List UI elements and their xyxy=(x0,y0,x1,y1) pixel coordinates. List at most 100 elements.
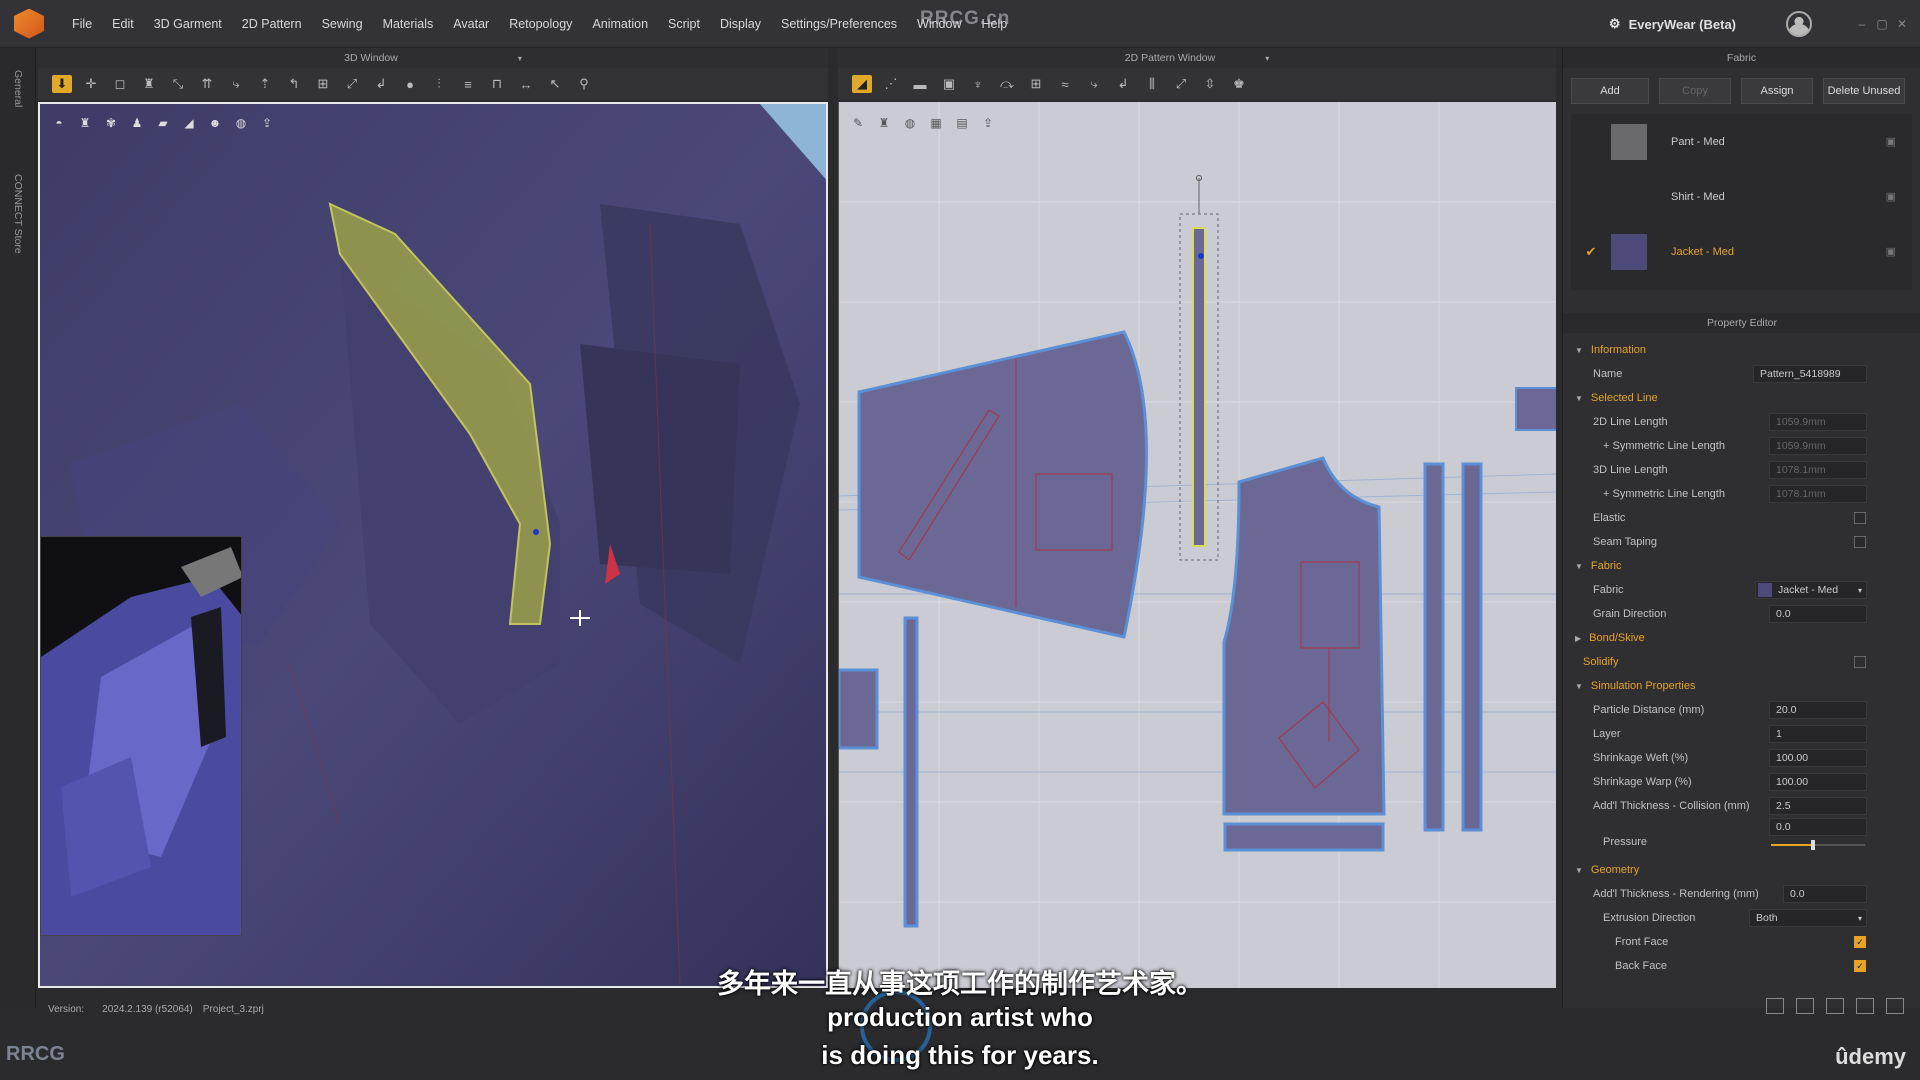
menu-avatar[interactable]: Avatar xyxy=(443,17,499,31)
section-solidify[interactable]: Solidify xyxy=(1563,650,1920,674)
pattern-layer-icon[interactable]: ▦ xyxy=(927,114,945,132)
internal-line-icon[interactable]: ♆ xyxy=(968,75,988,93)
free-sew-icon[interactable]: ⤢ xyxy=(342,75,362,93)
grain-field[interactable]: 0.0 xyxy=(1769,605,1867,623)
copy-fabric-button[interactable]: Copy xyxy=(1659,78,1731,104)
front-face-checkbox[interactable]: ✓ xyxy=(1854,936,1866,948)
menu-file[interactable]: File xyxy=(62,17,102,31)
name-field[interactable]: Pattern_5418989 xyxy=(1753,365,1867,383)
rectangle-icon[interactable]: ▬ xyxy=(910,75,930,93)
elastic-checkbox[interactable] xyxy=(1854,512,1866,524)
dropdown-icon[interactable]: ▾ xyxy=(1265,54,1269,63)
seam-taping-checkbox[interactable] xyxy=(1854,536,1866,548)
menu-retopology[interactable]: Retopology xyxy=(499,17,582,31)
pressure-field[interactable]: 0.0 xyxy=(1769,818,1867,836)
menu-edit[interactable]: Edit xyxy=(102,17,144,31)
product-switch[interactable]: ⚙ EveryWear (Beta) xyxy=(1609,16,1736,32)
save-fabric-icon[interactable]: ▣ xyxy=(1886,245,1896,258)
menu-settings[interactable]: Settings/Preferences xyxy=(771,17,907,31)
avatar-pose-icon[interactable]: ⚲ xyxy=(574,75,594,93)
add-fabric-button[interactable]: Add xyxy=(1571,78,1649,104)
notch-icon[interactable]: ⇳ xyxy=(1200,75,1220,93)
section-bond-skive[interactable]: ▶ Bond/Skive xyxy=(1563,626,1920,650)
menu-animation[interactable]: Animation xyxy=(582,17,658,31)
select-mesh-icon[interactable]: ◻ xyxy=(110,75,130,93)
tack-icon[interactable]: ⤷ xyxy=(226,75,246,93)
extrusion-select[interactable]: Both ▾ xyxy=(1749,909,1867,927)
fold-pattern-icon[interactable]: ⤷ xyxy=(1084,75,1104,93)
user-avatar-icon[interactable] xyxy=(1786,11,1812,37)
fabric-list-item[interactable]: Pant - Med ▣ xyxy=(1571,114,1912,169)
pattern-shape-icon[interactable]: ♜ xyxy=(875,114,893,132)
puckering-icon[interactable]: ⊓ xyxy=(487,75,507,93)
transform-pattern-icon[interactable]: ◢ xyxy=(852,75,872,93)
maximize-icon[interactable]: ▢ xyxy=(1872,17,1892,31)
menu-3d-garment[interactable]: 3D Garment xyxy=(144,17,232,31)
pattern-texture-icon[interactable]: ◍ xyxy=(901,114,919,132)
pattern-shirt-icon[interactable]: ♚ xyxy=(1229,75,1249,93)
save-fabric-icon[interactable]: ▣ xyxy=(1886,135,1896,148)
weft-field[interactable]: 100.00 xyxy=(1769,749,1867,767)
particle-field[interactable]: 20.0 xyxy=(1769,701,1867,719)
minimize-icon[interactable]: – xyxy=(1852,17,1872,31)
ruler-icon[interactable]: ⤢ xyxy=(1171,75,1191,93)
pleat-icon[interactable]: ⫼ xyxy=(1142,75,1162,93)
connect-store-tab[interactable]: CONNECT Store xyxy=(12,174,24,254)
fabric-list-item[interactable]: Shirt - Med ▣ xyxy=(1571,169,1912,224)
polygon-icon[interactable]: ▣ xyxy=(939,75,959,93)
steam-icon[interactable]: ⇡ xyxy=(255,75,275,93)
layer-field[interactable]: 1 xyxy=(1769,725,1867,743)
transform-icon[interactable]: ✛ xyxy=(81,75,101,93)
measure-icon[interactable]: ↔ xyxy=(516,75,536,93)
pattern-export-icon[interactable]: ⇪ xyxy=(979,114,997,132)
texture-icon[interactable]: ✾ xyxy=(102,114,120,132)
topstitch-icon[interactable]: ≡ xyxy=(458,75,478,93)
shape-icon[interactable]: ◢ xyxy=(180,114,198,132)
fabric-select[interactable]: Jacket - Med ▾ xyxy=(1755,581,1867,599)
pressure-slider-handle[interactable] xyxy=(1811,840,1816,850)
tape-icon[interactable]: ↖ xyxy=(545,75,565,93)
show-garment-icon[interactable]: ♜ xyxy=(76,114,94,132)
pattern-grid-icon[interactable]: ▤ xyxy=(953,114,971,132)
section-geometry[interactable]: ▼ Geometry xyxy=(1563,858,1920,882)
thickness-collision-field[interactable]: 2.5 xyxy=(1769,797,1867,815)
render-icon[interactable]: ▰ xyxy=(154,114,172,132)
dropdown-icon[interactable]: ▾ xyxy=(518,54,522,63)
skin-icon[interactable]: ☻ xyxy=(206,114,224,132)
warp-field[interactable]: 100.00 xyxy=(1769,773,1867,791)
button-icon[interactable]: ● xyxy=(400,75,420,93)
select-move-icon[interactable]: ⬇ xyxy=(52,75,72,93)
menu-materials[interactable]: Materials xyxy=(373,17,444,31)
zipper-icon[interactable]: ⫶ xyxy=(429,75,449,93)
section-simulation[interactable]: ▼ Simulation Properties xyxy=(1563,674,1920,698)
general-tab[interactable]: General xyxy=(12,70,24,107)
edit-sew-icon[interactable]: ↲ xyxy=(371,75,391,93)
segment-sew-icon[interactable]: ⊞ xyxy=(313,75,333,93)
fold-icon[interactable]: ⇈ xyxy=(197,75,217,93)
export-icon[interactable]: ⇪ xyxy=(258,114,276,132)
section-information[interactable]: ▼ Information xyxy=(1563,338,1920,362)
2d-pattern-viewport[interactable]: ✎ ♜ ◍ ▦ ▤ ⇪ xyxy=(838,102,1556,988)
delete-unused-button[interactable]: Delete Unused xyxy=(1823,78,1905,104)
sew-pattern-icon[interactable]: ↲ xyxy=(1113,75,1133,93)
menu-display[interactable]: Display xyxy=(710,17,771,31)
pin-icon[interactable]: ⤡ xyxy=(168,75,188,93)
menu-2d-pattern[interactable]: 2D Pattern xyxy=(232,17,312,31)
menu-script[interactable]: Script xyxy=(658,17,710,31)
close-icon[interactable]: ✕ xyxy=(1892,17,1912,31)
save-fabric-icon[interactable]: ▣ xyxy=(1886,190,1896,203)
sew-icon[interactable]: ↰ xyxy=(284,75,304,93)
3d-viewport[interactable]: ◓ ♜ ✾ ♟ ▰ ◢ ☻ ◍ ⇪ xyxy=(38,102,828,988)
solidify-checkbox[interactable] xyxy=(1854,656,1866,668)
globe-icon[interactable]: ◍ xyxy=(232,114,250,132)
segment-icon[interactable]: ⊞ xyxy=(1026,75,1046,93)
pressure-slider-track[interactable] xyxy=(1771,840,1865,850)
menu-sewing[interactable]: Sewing xyxy=(312,17,373,31)
fabric-list-item[interactable]: ✔ Jacket - Med ▣ xyxy=(1571,224,1912,279)
edit-point-icon[interactable]: ⋰ xyxy=(881,75,901,93)
dart-icon[interactable]: ⤼ xyxy=(997,75,1017,93)
avatar-icon[interactable]: ♟ xyxy=(128,114,146,132)
curve-icon[interactable]: ≈ xyxy=(1055,75,1075,93)
assign-fabric-button[interactable]: Assign xyxy=(1741,78,1813,104)
thickness-rendering-field[interactable]: 0.0 xyxy=(1783,885,1867,903)
